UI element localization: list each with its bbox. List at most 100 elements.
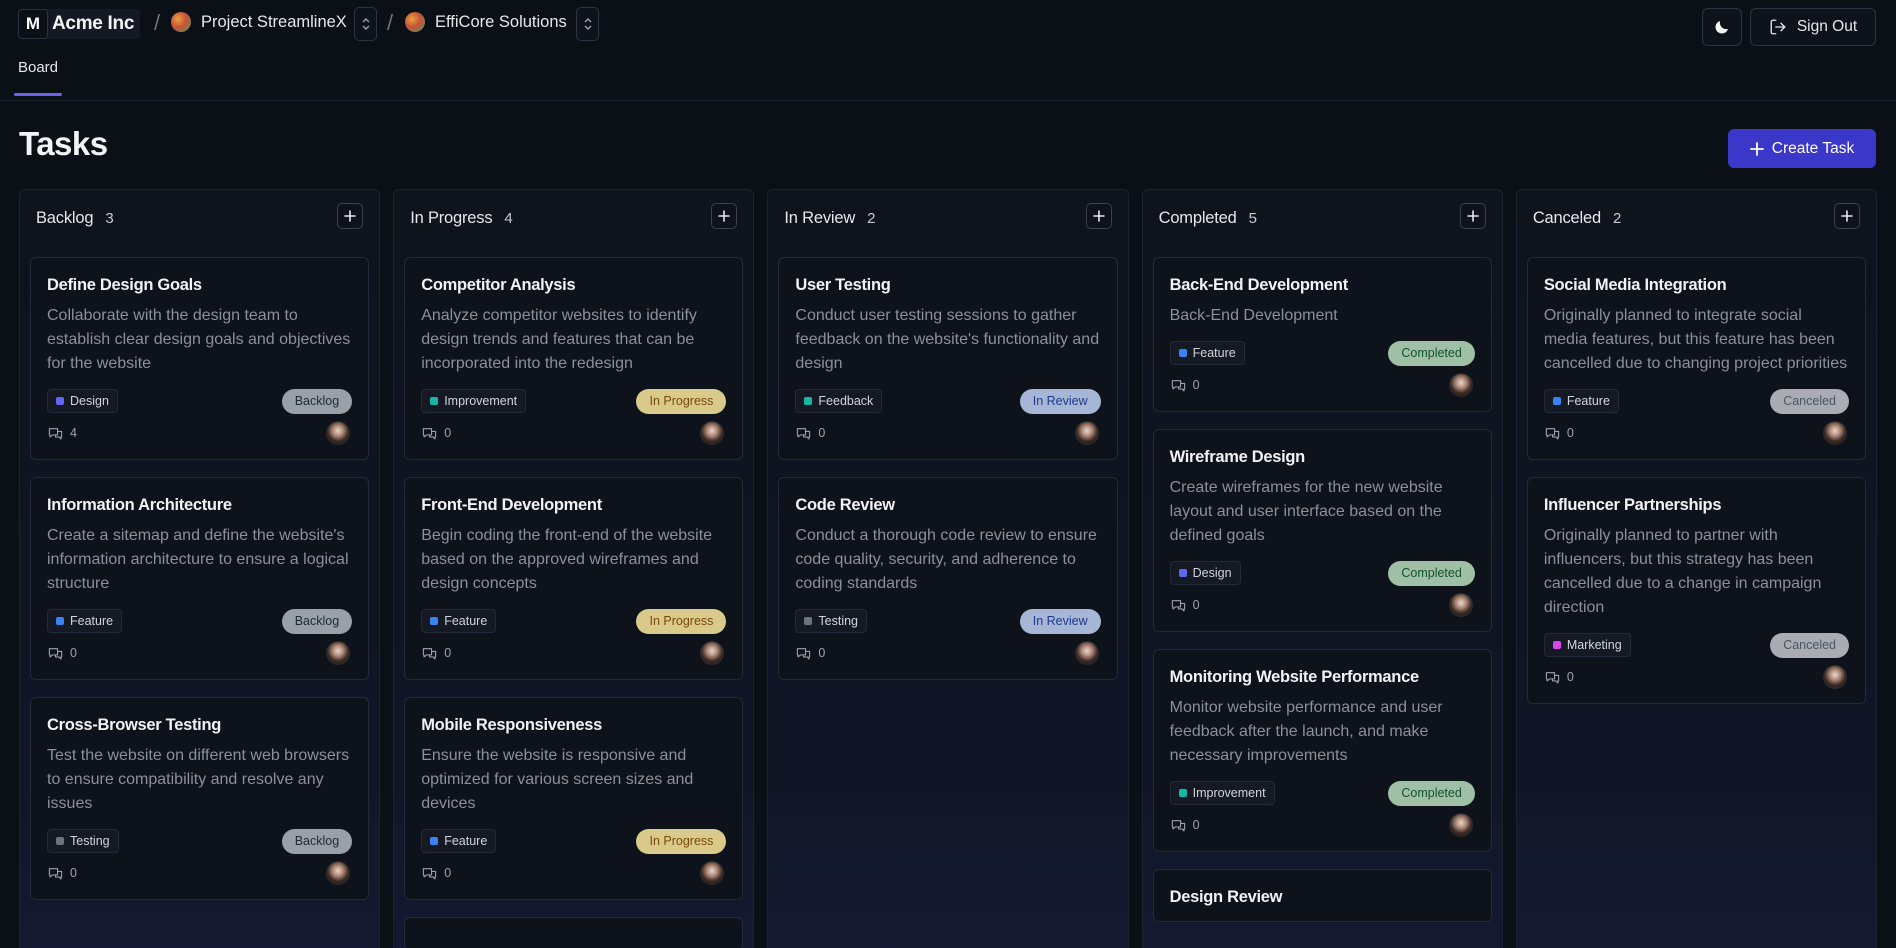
column-canceled: Canceled 2 Social Media Integration Origina… [1515, 189, 1878, 948]
add-task-button[interactable] [1834, 203, 1861, 229]
theme-toggle-button[interactable] [1702, 8, 1742, 46]
kanban-board: Backlog 3 Define Design Goals Collaborate w… [19, 189, 1878, 948]
status-badge: In Review [1019, 388, 1101, 414]
comments-count[interactable]: 0 [1544, 670, 1574, 685]
label-color-swatch [1178, 789, 1187, 797]
task-footer: 0 [421, 861, 726, 885]
comments-icon [1171, 379, 1185, 391]
task-title: User Testing [795, 276, 891, 294]
column-header: In Progress 4 [394, 190, 753, 246]
task-footer: 4 [47, 421, 352, 445]
task-description: Create a sitemap and define the website'… [47, 527, 349, 592]
label-color-swatch [804, 617, 813, 625]
comments-icon [48, 427, 63, 439]
comments-count[interactable]: 0 [421, 866, 451, 881]
add-task-button[interactable] [1085, 203, 1112, 229]
label-color-swatch [804, 397, 813, 405]
page-title: Tasks [19, 125, 108, 162]
task-card[interactable]: Social Media Integration Originally plann… [1526, 257, 1867, 460]
comments-count[interactable]: 0 [47, 646, 77, 661]
assignee-avatar [700, 421, 725, 445]
breadcrumb-separator: / [154, 10, 161, 35]
comments-count[interactable]: 0 [795, 426, 825, 441]
top-bar: M Acme Inc / Project StreamlineX / EffiC… [0, 0, 1896, 101]
assignee-avatar [326, 421, 351, 445]
project-breadcrumb[interactable]: Project StreamlineX [171, 12, 347, 32]
comments-count[interactable]: 0 [1170, 598, 1200, 613]
add-task-button[interactable] [711, 203, 738, 229]
label-color-swatch [56, 617, 64, 625]
comments-count[interactable]: 0 [1544, 426, 1574, 441]
label-text: Marketing [1566, 638, 1622, 652]
add-task-button[interactable] [337, 203, 364, 229]
task-label: Design [47, 389, 118, 413]
label-color-swatch [430, 617, 439, 625]
task-card[interactable]: Code Review Conduct a thorough code revie… [778, 477, 1118, 680]
label-text: Feature [444, 834, 488, 848]
task-label: Testing [47, 829, 119, 853]
client-breadcrumb[interactable]: EffiCore Solutions [405, 12, 567, 32]
label-text: Design [70, 394, 109, 408]
assignee-avatar [1074, 641, 1099, 665]
comments-count[interactable]: 0 [1170, 818, 1200, 833]
task-footer: 0 [1170, 593, 1475, 617]
task-card[interactable]: Wireframe Design Create wireframes for th… [1152, 429, 1492, 632]
project-switcher-button[interactable] [354, 7, 377, 41]
moon-icon [1715, 21, 1728, 34]
task-card[interactable]: Influencer Partnerships Originally planne… [1526, 477, 1867, 704]
comments-count[interactable]: 0 [421, 646, 451, 661]
assignee-avatar [326, 861, 351, 885]
task-label: Design [1169, 561, 1241, 585]
card-list: Define Design Goals Collaborate with the … [20, 246, 379, 900]
column-header: Completed 5 [1143, 190, 1502, 246]
task-card[interactable]: Back-End Development Back-End Development… [1152, 257, 1492, 412]
comments-icon [423, 647, 437, 659]
task-footer: 0 [1544, 665, 1849, 689]
task-card[interactable]: Competitor Analysis Analyze competitor we… [404, 257, 744, 460]
org-switcher[interactable]: M Acme Inc [18, 9, 141, 39]
create-task-button[interactable]: Create Task [1728, 129, 1876, 168]
comments-count[interactable]: 0 [47, 866, 77, 881]
task-description: Originally planned to partner with influ… [1543, 527, 1822, 616]
client-avatar [405, 12, 425, 32]
comments-count[interactable]: 4 [47, 426, 77, 441]
label-color-swatch [1552, 641, 1561, 649]
task-card[interactable]: Define Design Goals Collaborate with the … [30, 257, 370, 460]
label-text: Feature [444, 614, 488, 628]
task-card[interactable]: Monitoring Website Performance Monitor we… [1152, 649, 1492, 852]
task-meta: Feature In Progress [421, 608, 727, 634]
client-switcher-button[interactable] [576, 7, 599, 41]
task-label: Feature [421, 829, 497, 853]
project-avatar [171, 12, 191, 32]
comments-count[interactable]: 0 [421, 426, 451, 441]
task-card[interactable]: Mobile Responsiveness Ensure the website … [404, 697, 744, 900]
card-list: User Testing Conduct user testing session… [768, 246, 1127, 680]
task-footer: 0 [1170, 373, 1475, 397]
task-card[interactable]: Front-End Development Begin coding the fr… [404, 477, 744, 680]
status-badge: In Progress [636, 388, 727, 414]
add-task-button[interactable] [1459, 203, 1486, 229]
task-title: Design Review [1169, 888, 1283, 906]
comments-value: 0 [444, 426, 452, 440]
task-card[interactable]: Design Review [1152, 869, 1492, 922]
task-card[interactable]: Cross-Browser Testing Test the website on… [30, 697, 370, 900]
comments-count[interactable]: 0 [795, 646, 825, 661]
task-title: Wireframe Design [1169, 448, 1306, 466]
task-card[interactable] [404, 917, 744, 948]
label-text: Improvement [444, 394, 518, 408]
task-card[interactable]: User Testing Conduct user testing session… [778, 257, 1118, 460]
task-meta: Feature Backlog [47, 608, 353, 634]
task-description: Conduct a thorough code review to ensure… [795, 527, 1097, 592]
task-card[interactable]: Information Architecture Create a sitemap… [30, 477, 370, 680]
label-text: Testing [70, 834, 110, 848]
sign-out-button[interactable]: Sign Out [1750, 8, 1876, 46]
comments-count[interactable]: 0 [1170, 378, 1200, 393]
task-description: Originally planned to integrate social m… [1543, 307, 1848, 372]
task-title: Code Review [795, 496, 895, 514]
column-header: In Review 2 [768, 190, 1127, 246]
task-description: Back-End Development [1169, 307, 1338, 324]
tab-board[interactable]: Board [14, 58, 62, 96]
task-footer: 0 [1170, 813, 1475, 837]
client-name: EffiCore Solutions [435, 12, 567, 31]
org-name: Acme Inc [52, 13, 135, 34]
